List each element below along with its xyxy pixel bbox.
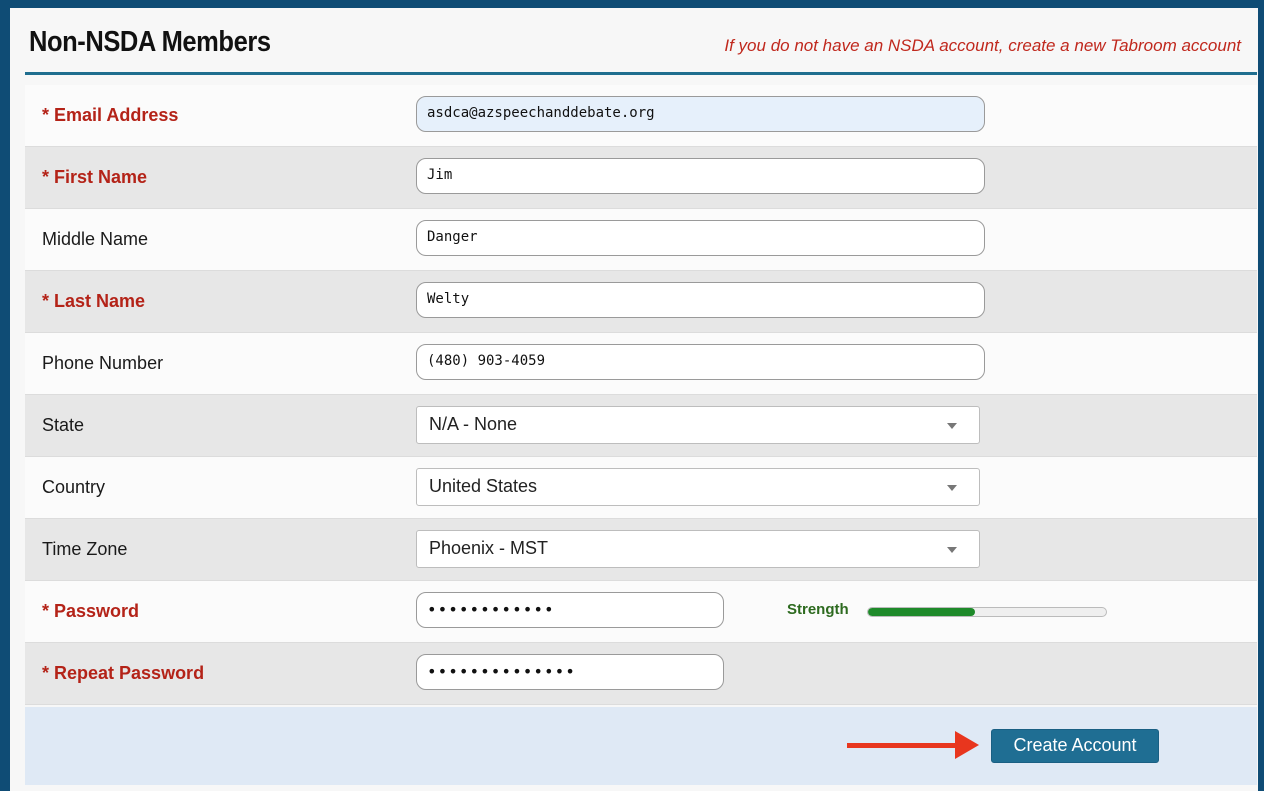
country-label: Country (42, 477, 106, 497)
strength-meter-fill (868, 608, 976, 616)
row-password: * Password •••••••••••• Strength (25, 581, 1257, 643)
last-name-field[interactable]: Welty (416, 282, 985, 318)
row-repeat-password: * Repeat Password •••••••••••••• (25, 643, 1257, 705)
row-email: * Email Address asdca@azspeechanddebate.… (25, 85, 1257, 147)
middle-name-field[interactable]: Danger (416, 220, 985, 256)
repeat-password-field[interactable]: •••••••••••••• (416, 654, 724, 690)
country-select[interactable]: United States (416, 468, 980, 506)
country-value: United States (429, 476, 538, 496)
row-timezone: Time Zone Phoenix - MST (25, 519, 1257, 581)
row-last-name: * Last Name Welty (25, 271, 1257, 333)
strength-label: Strength (787, 601, 849, 618)
page-subtitle: If you do not have an NSDA account, crea… (724, 36, 1241, 55)
form-panel: Non-NSDA Members If you do not have an N… (10, 8, 1258, 791)
password-field[interactable]: •••••••••••• (416, 592, 724, 628)
arrow-right-icon (955, 731, 979, 759)
email-field[interactable]: asdca@azspeechanddebate.org (416, 96, 985, 132)
email-label: * Email Address (42, 105, 179, 125)
form-rows: * Email Address asdca@azspeechanddebate.… (25, 85, 1257, 705)
last-name-label: * Last Name (42, 291, 146, 311)
chevron-down-icon (947, 485, 957, 491)
password-label: * Password (42, 601, 140, 621)
row-country: Country United States (25, 457, 1257, 519)
state-value: N/A - None (429, 414, 518, 434)
phone-field[interactable]: (480) 903-4059 (416, 344, 985, 380)
page-title: Non-NSDA Members (29, 26, 271, 58)
create-account-button[interactable]: Create Account (991, 729, 1159, 763)
timezone-value: Phoenix - MST (429, 538, 549, 558)
arrow-line (847, 743, 957, 748)
strength-meter (867, 607, 1107, 617)
timezone-select[interactable]: Phoenix - MST (416, 530, 980, 568)
middle-name-label: Middle Name (42, 229, 149, 249)
row-state: State N/A - None (25, 395, 1257, 457)
row-middle-name: Middle Name Danger (25, 209, 1257, 271)
state-select[interactable]: N/A - None (416, 406, 980, 444)
state-label: State (42, 415, 85, 435)
first-name-field[interactable]: Jim (416, 158, 985, 194)
chevron-down-icon (947, 423, 957, 429)
form-footer: Create Account (25, 707, 1257, 785)
form-header: Non-NSDA Members If you do not have an N… (25, 8, 1257, 75)
chevron-down-icon (947, 547, 957, 553)
row-phone: Phone Number (480) 903-4059 (25, 333, 1257, 395)
phone-label: Phone Number (42, 353, 164, 373)
row-first-name: * First Name Jim (25, 147, 1257, 209)
timezone-label: Time Zone (42, 539, 128, 559)
repeat-password-label: * Repeat Password (42, 663, 205, 683)
first-name-label: * First Name (42, 167, 148, 187)
